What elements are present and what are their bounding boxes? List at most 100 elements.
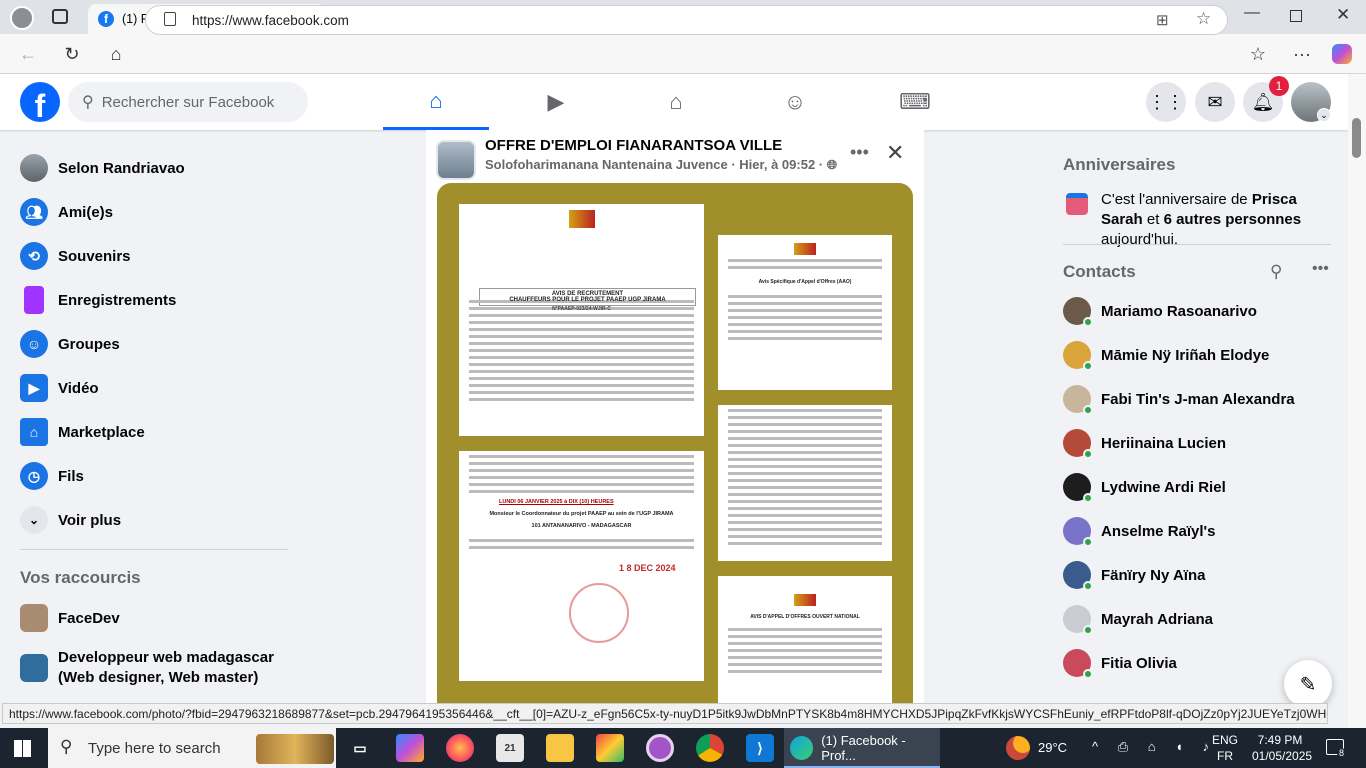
calendar-app-icon[interactable]: 21 — [496, 734, 524, 762]
video-icon: ▶ — [20, 374, 48, 402]
tab-gaming[interactable]: ⌨ — [862, 74, 968, 130]
shortcut-item-facedev[interactable]: FaceDev — [20, 596, 120, 640]
bday-pre: C'est l'anniversaire de — [1101, 191, 1252, 208]
page-scrollbar[interactable] — [1348, 74, 1366, 728]
facebook-favicon-icon: f — [98, 11, 114, 27]
sidebar-item-memories[interactable]: ⟲ Souvenirs — [20, 234, 131, 278]
contact-item[interactable]: Māmie Nÿ Iriñah Elodye — [1063, 333, 1269, 377]
group-avatar[interactable] — [436, 140, 476, 180]
sidebar-item-label: Ami(e)s — [58, 203, 114, 221]
settings-more-icon[interactable]: ··· — [1290, 42, 1314, 66]
address-toolbar — [0, 34, 1366, 74]
sidebar-item-video[interactable]: ▶ Vidéo — [20, 366, 99, 410]
sidebar-item-friends[interactable]: 👥︎ Ami(e)s — [20, 190, 113, 234]
document-page-2: LUNDI 06 JANVIER 2025 à DIX (10) HEURES … — [459, 451, 704, 681]
sidebar-item-see-more[interactable]: ⌄ Voir plus — [20, 498, 121, 542]
restore-button[interactable] — [1290, 10, 1302, 22]
contacts-search-icon[interactable]: ⚲ — [1270, 262, 1282, 282]
bday-mid: et — [1142, 211, 1164, 228]
friends-icon: 👥︎ — [20, 198, 48, 226]
contact-item[interactable]: Fitia Olivia — [1063, 641, 1177, 685]
home-icon[interactable]: ⌂ — [104, 42, 128, 66]
app-available-icon[interactable]: ⊞ — [1156, 11, 1169, 29]
url-input[interactable]: https://www.facebook.com ⊞ ☆ — [145, 5, 1228, 35]
lang-secondary: FR — [1217, 749, 1233, 763]
system-tray-icons[interactable]: ^ ⎙ ⌂ ◖ ♪ — [1092, 739, 1217, 755]
file-explorer-icon[interactable] — [546, 734, 574, 762]
facebook-logo-icon[interactable]: f — [20, 82, 60, 122]
doc-subtitle: CHAUFFEURS POUR LE PROJET PAAEP UGP JIRA… — [509, 297, 666, 303]
close-window-button[interactable]: ✕ — [1336, 5, 1350, 25]
taskbar-search-placeholder: Type here to search — [88, 739, 221, 757]
tab-actions-icon[interactable] — [52, 9, 68, 24]
scrollbar-thumb[interactable] — [1352, 118, 1361, 158]
contact-name: Fänïry Ny Aïna — [1101, 566, 1206, 584]
sidebar-item-label: Souvenirs — [58, 247, 131, 265]
back-icon[interactable]: ← — [16, 42, 40, 66]
post-image[interactable]: AVIS DE RECRUTEMENT CHAUFFEURS POUR LE P… — [437, 183, 913, 708]
refresh-icon[interactable]: ↻ — [60, 42, 84, 66]
close-icon[interactable]: ✕ — [886, 140, 904, 166]
contact-item[interactable]: Fänïry Ny Aïna — [1063, 553, 1205, 597]
document-page-3: Avis Spécifique d'Appel d'Offres (AAO) — [718, 235, 892, 390]
notification-badge: 1 — [1269, 76, 1289, 96]
vscode-icon[interactable]: ⟩ — [746, 734, 774, 762]
sidebar-item-profile[interactable]: Selon Randriavao — [20, 146, 185, 190]
contact-item[interactable]: Anselme Raïyl's — [1063, 509, 1215, 553]
contact-item[interactable]: Mariamo Rasoanarivo — [1063, 289, 1257, 333]
new-message-button[interactable]: ✎ — [1284, 660, 1332, 708]
search-input[interactable]: ⚲ Rechercher sur Facebook — [68, 82, 308, 122]
sidebar-item-feeds[interactable]: ◷ Fils — [20, 454, 84, 498]
notification-center-count: 8 — [1337, 748, 1347, 758]
contact-item[interactable]: Mayrah Adriana — [1063, 597, 1213, 641]
favorites-icon[interactable]: ☆ — [1246, 42, 1270, 66]
messenger-button[interactable]: ✉ — [1195, 82, 1235, 122]
birthday-text[interactable]: C'est l'anniversaire de Prisca Sarah et … — [1101, 190, 1333, 250]
marketplace-icon: ⌂ — [20, 418, 48, 446]
tab-home[interactable]: ⌂ — [383, 74, 489, 130]
sidebar-item-marketplace[interactable]: ⌂ Marketplace — [20, 410, 145, 454]
copilot-app-icon[interactable] — [396, 734, 424, 762]
chrome-icon[interactable] — [696, 734, 724, 762]
more-options-icon[interactable]: ••• — [850, 142, 869, 163]
compose-icon: ✎ — [1299, 673, 1317, 696]
task-view-icon[interactable]: ▭ — [346, 734, 374, 762]
clock[interactable]: 7:49 PM 01/05/2025 — [1252, 732, 1312, 764]
windows-start-icon[interactable] — [14, 740, 31, 757]
post-group-name[interactable]: OFFRE D'EMPLOI FIANARANTSOA VILLE — [485, 137, 782, 154]
minimize-button[interactable]: — — [1244, 4, 1260, 22]
sidebar-item-saved[interactable]: Enregistrements — [20, 278, 176, 322]
video-icon: ▶ — [547, 89, 565, 114]
avatar — [1063, 517, 1093, 547]
tab-video[interactable]: ▶ — [503, 74, 609, 130]
contacts-more-icon[interactable]: ••• — [1312, 260, 1329, 278]
firefox-icon[interactable] — [446, 734, 474, 762]
tab-groups[interactable]: ☺ — [742, 74, 848, 130]
search-highlight-image — [256, 734, 334, 764]
avatar — [1063, 605, 1093, 635]
sidebar-item-groups[interactable]: ☺ Groupes — [20, 322, 120, 366]
favorite-star-icon[interactable]: ☆ — [1196, 9, 1211, 29]
contact-item[interactable]: Heriinaina Lucien — [1063, 421, 1226, 465]
paint-icon[interactable] — [596, 734, 624, 762]
taskbar-search[interactable]: ⚲ Type here to search — [48, 728, 336, 768]
avatar — [1063, 649, 1093, 679]
account-chevron-icon[interactable]: ⌄ — [1317, 108, 1331, 122]
search-placeholder: Rechercher sur Facebook — [101, 93, 275, 111]
contact-item[interactable]: Lydwine Ardi Riel — [1063, 465, 1226, 509]
taskbar-edge-active[interactable]: (1) Facebook - Prof... — [784, 728, 940, 768]
contact-item[interactable]: Fabi Tin's J-man Alexandra — [1063, 377, 1295, 421]
menu-button[interactable]: ⋮⋮ — [1146, 82, 1186, 122]
temperature[interactable]: 29°C — [1038, 740, 1067, 755]
weather-icon[interactable] — [1006, 736, 1030, 760]
tab-marketplace[interactable]: ⌂ — [623, 74, 729, 130]
post-time[interactable]: Hier, à 09:52 — [739, 157, 815, 172]
post-author[interactable]: Solofoharimanana Nantenaina Juvence — [485, 157, 728, 172]
profile-icon[interactable] — [10, 6, 34, 30]
language-indicator[interactable]: ENG FR — [1212, 732, 1238, 764]
shortcut-item-devweb[interactable]: Developpeur web madagascar (Web designer… — [20, 648, 278, 692]
copilot-icon[interactable] — [1332, 44, 1352, 64]
media-app-icon[interactable] — [646, 734, 674, 762]
sidebar-item-label: Vidéo — [58, 379, 99, 397]
lock-icon[interactable] — [164, 12, 176, 26]
